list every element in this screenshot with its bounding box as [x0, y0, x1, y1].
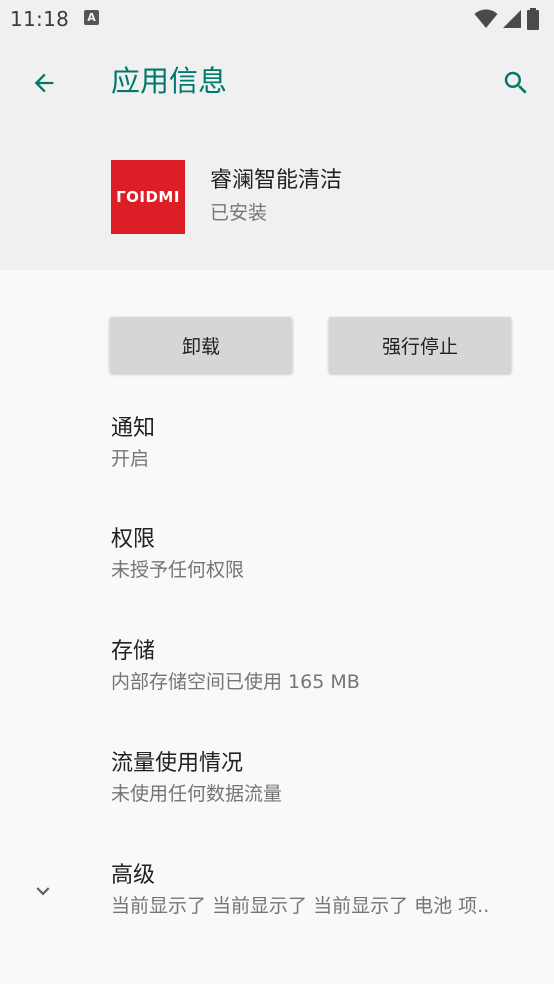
- pref-storage[interactable]: 存储 内部存储空间已使用 165 MB: [0, 636, 554, 726]
- uninstall-button[interactable]: 卸载: [110, 317, 292, 373]
- pref-title: 权限: [111, 527, 156, 552]
- pref-summary: 未授予任何权限: [111, 559, 245, 581]
- pref-summary: 当前显示了 当前显示了 当前显示了 电池 项..: [111, 895, 490, 917]
- status-icons: [474, 8, 540, 30]
- pref-title: 流量使用情况: [111, 751, 244, 776]
- app-name: 睿澜智能清洁: [210, 168, 343, 193]
- pref-title: 高级: [111, 863, 156, 888]
- pref-summary: 开启: [111, 448, 150, 470]
- pref-title: 存储: [111, 639, 156, 664]
- app-info-header: 应用信息 ΓOIDMI 睿澜智能清洁 已安装: [0, 37, 554, 270]
- back-button[interactable]: [22, 61, 66, 105]
- app-logo: ΓOIDMI: [111, 160, 185, 234]
- signal-icon: [503, 10, 521, 28]
- pref-title: 通知: [111, 416, 156, 441]
- status-bar: 11:18 A: [0, 0, 554, 37]
- pref-advanced[interactable]: 高级 当前显示了 当前显示了 当前显示了 电池 项..: [0, 860, 554, 950]
- pref-data-usage[interactable]: 流量使用情况 未使用任何数据流量: [0, 748, 554, 838]
- pref-summary: 未使用任何数据流量: [111, 783, 283, 805]
- chevron-down-icon: [30, 878, 56, 904]
- wifi-icon: [474, 9, 498, 28]
- page-title: 应用信息: [111, 64, 228, 98]
- arrow-left-icon: [34, 73, 54, 93]
- pref-summary: 内部存储空间已使用 165 MB: [111, 671, 360, 693]
- app-logo-text: ΓOIDMI: [116, 188, 180, 206]
- app-install-status: 已安装: [210, 202, 268, 224]
- pref-notifications[interactable]: 通知 开启: [0, 413, 554, 503]
- search-button[interactable]: [494, 61, 538, 105]
- pref-permissions[interactable]: 权限 未授予任何权限: [0, 524, 554, 614]
- battery-icon: [527, 8, 539, 30]
- search-icon: [504, 71, 527, 94]
- force-stop-button[interactable]: 强行停止: [329, 317, 511, 373]
- notification-a-icon: A: [84, 10, 99, 25]
- status-time: 11:18: [10, 7, 70, 31]
